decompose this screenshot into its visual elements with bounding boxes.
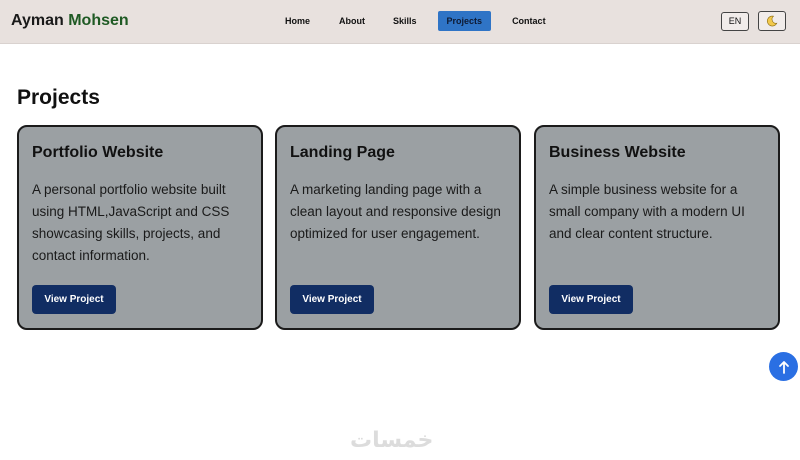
- nav-link-projects[interactable]: Projects: [437, 11, 492, 31]
- watermark: خمسات: [350, 428, 434, 453]
- theme-toggle-button[interactable]: [758, 11, 786, 31]
- project-card-description: A personal portfolio website built using…: [32, 182, 230, 263]
- project-card: Landing Page A marketing landing page wi…: [275, 125, 521, 330]
- language-toggle-button[interactable]: EN: [721, 12, 749, 31]
- main-nav: Home About Skills Projects Contact: [277, 11, 554, 31]
- project-card-description: A marketing landing page with a clean la…: [290, 182, 501, 241]
- nav-link-skills[interactable]: Skills: [385, 11, 425, 31]
- arrow-up-icon: [778, 360, 789, 374]
- project-card-title: Portfolio Website: [32, 144, 164, 161]
- view-project-button[interactable]: View Project: [549, 285, 633, 314]
- project-card: Business Website A simple business websi…: [534, 125, 780, 330]
- scroll-to-top-button[interactable]: [769, 352, 798, 381]
- brand-first-name: Ayman: [11, 12, 64, 29]
- nav-link-home[interactable]: Home: [277, 11, 318, 31]
- nav-link-about[interactable]: About: [331, 11, 373, 31]
- projects-heading: Projects: [17, 86, 100, 109]
- view-project-button[interactable]: View Project: [290, 285, 374, 314]
- project-card-title: Business Website: [549, 144, 686, 161]
- brand-last-name: Mohsen: [68, 12, 129, 29]
- nav-link-contact[interactable]: Contact: [504, 11, 554, 31]
- project-card-description: A simple business website for a small co…: [549, 182, 745, 241]
- moon-icon: [767, 15, 778, 27]
- project-card: Portfolio Website A personal portfolio w…: [17, 125, 263, 330]
- project-card-title: Landing Page: [290, 144, 395, 161]
- navbar: Ayman Mohsen Home About Skills Projects …: [0, 0, 800, 44]
- brand-logo[interactable]: Ayman Mohsen: [11, 12, 129, 30]
- view-project-button[interactable]: View Project: [32, 285, 116, 314]
